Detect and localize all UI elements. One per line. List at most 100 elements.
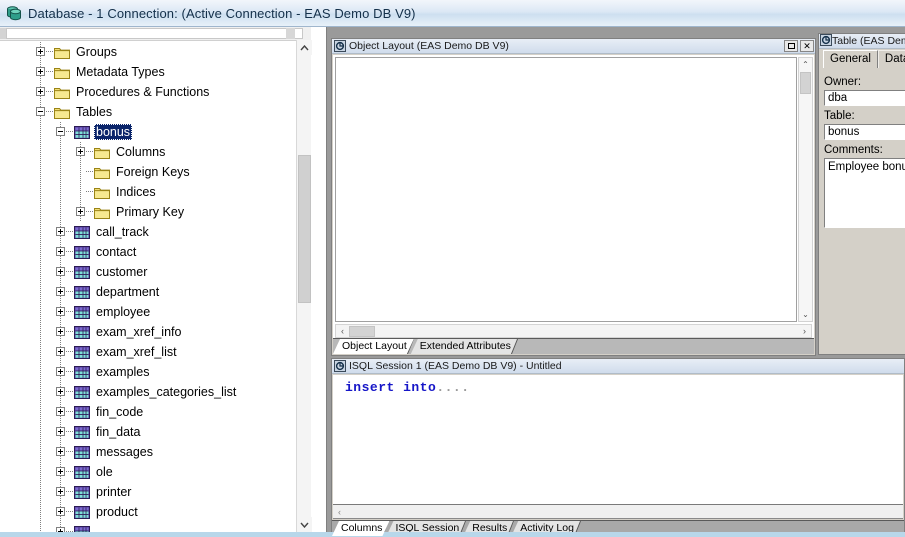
tree-node-label[interactable]: Columns: [114, 144, 167, 160]
tree-expander-plus[interactable]: [56, 407, 65, 416]
tree-node-label[interactable]: Primary Key: [114, 204, 186, 220]
tree-node-label[interactable]: Metadata Types: [74, 64, 167, 80]
tree-node-label[interactable]: Procedures & Functions: [74, 84, 211, 100]
tree-node-primary-key[interactable]: Primary Key: [0, 202, 311, 222]
tree-node-label[interactable]: Groups: [74, 44, 119, 60]
tree-expander-plus[interactable]: [56, 327, 65, 336]
tab-columns[interactable]: Columns: [332, 521, 389, 536]
object-layout-scroll-left-arrow[interactable]: ‹: [336, 325, 349, 337]
tree-node-label[interactable]: Indices: [114, 184, 158, 200]
properties-field-comments[interactable]: Employee bonus: [824, 158, 905, 228]
tree-scroll-up-arrow[interactable]: [297, 40, 312, 55]
isql-titlebar[interactable]: ISQL Session 1 (EAS Demo DB V9) - Untitl…: [332, 359, 904, 374]
tree-hscroll-thumb[interactable]: [6, 28, 303, 39]
properties-tabstrip[interactable]: GeneralData P: [819, 49, 905, 68]
tree-node-bonus[interactable]: bonus: [0, 122, 311, 142]
tree-node-label[interactable]: department: [94, 284, 161, 300]
tree-expander-minus[interactable]: [36, 107, 45, 116]
properties-titlebar[interactable]: Table (EAS Dem: [819, 34, 905, 49]
properties-field-table[interactable]: bonus: [824, 124, 905, 140]
tree-expander-plus[interactable]: [36, 67, 45, 76]
tree-node-ole[interactable]: ole: [0, 462, 311, 482]
tab-extended-attributes[interactable]: Extended Attributes: [411, 339, 518, 354]
tree-node-department[interactable]: department: [0, 282, 311, 302]
tree-node-foreign-keys[interactable]: Foreign Keys: [0, 162, 311, 182]
tree-node-label[interactable]: exam_xref_list: [94, 344, 179, 360]
tree-node-indices[interactable]: Indices: [0, 182, 311, 202]
tree-node-printer[interactable]: printer: [0, 482, 311, 502]
tree-scroll-thumb[interactable]: [298, 155, 311, 303]
tree-node-exam-xref-list[interactable]: exam_xref_list: [0, 342, 311, 362]
isql-scroll-left-arrow[interactable]: ‹: [333, 505, 346, 518]
tree-node-customer[interactable]: customer: [0, 262, 311, 282]
tree-node-exam-xref-info[interactable]: exam_xref_info: [0, 322, 311, 342]
tree-expander-plus[interactable]: [56, 267, 65, 276]
tree-node-contact[interactable]: contact: [0, 242, 311, 262]
tree-node-label[interactable]: exam_xref_info: [94, 324, 183, 340]
properties-tab-data-p[interactable]: Data P: [877, 50, 905, 68]
tree-expander-plus[interactable]: [76, 147, 85, 156]
tree-node-label[interactable]: ole: [94, 464, 115, 480]
tree-expander-minus[interactable]: [56, 127, 65, 136]
tree-node-procedures-functions[interactable]: Procedures & Functions: [0, 82, 311, 102]
tree-expander-plus[interactable]: [56, 347, 65, 356]
tree-expander-plus[interactable]: [76, 207, 85, 216]
object-layout-titlebar[interactable]: Object Layout (EAS Demo DB V9) ✕: [332, 39, 815, 54]
tree-node-label[interactable]: Tables: [74, 104, 114, 120]
tree-expander-plus[interactable]: [56, 487, 65, 496]
object-layout-close-button[interactable]: ✕: [800, 40, 814, 52]
tree-expander-plus[interactable]: [56, 247, 65, 256]
tree-expander-plus[interactable]: [56, 447, 65, 456]
tree-expander-plus[interactable]: [36, 47, 45, 56]
tree-node-partial[interactable]: [0, 522, 311, 532]
tree-expander-plus[interactable]: [56, 287, 65, 296]
object-layout-tabstrip[interactable]: Object Layout Extended Attributes: [333, 338, 814, 354]
tree-node-metadata-types[interactable]: Metadata Types: [0, 62, 311, 82]
tree-node-label[interactable]: examples: [94, 364, 152, 380]
tree-node-fin-code[interactable]: fin_code: [0, 402, 311, 422]
tree-vertical-scrollbar[interactable]: [296, 40, 312, 532]
tree-expander-plus[interactable]: [56, 387, 65, 396]
properties-field-owner[interactable]: dba: [824, 90, 905, 106]
tree-scroll-down-arrow[interactable]: [297, 517, 312, 532]
tree-horizontal-scrollbar[interactable]: [0, 27, 311, 41]
tree-node-label[interactable]: examples_categories_list: [94, 384, 238, 400]
tree-node-examples-categories-list[interactable]: examples_categories_list: [0, 382, 311, 402]
object-layout-scroll-up-arrow[interactable]: ⌃: [799, 58, 812, 71]
object-layout-scroll-right-arrow[interactable]: ›: [798, 325, 811, 337]
tree-node-label[interactable]: fin_code: [94, 404, 145, 420]
tree-node-tables[interactable]: Tables: [0, 102, 311, 122]
tree-node-fin-data[interactable]: fin_data: [0, 422, 311, 442]
tab-object-layout[interactable]: Object Layout: [333, 339, 414, 354]
object-layout-vertical-scrollbar[interactable]: ⌃ ⌄: [798, 57, 813, 322]
tree-expander-plus[interactable]: [56, 507, 65, 516]
isql-sql-editor[interactable]: insert into....: [333, 375, 903, 497]
object-layout-scroll-down-arrow[interactable]: ⌄: [799, 308, 812, 321]
object-layout-hscroll-thumb[interactable]: [349, 325, 375, 337]
tree-node-label[interactable]: printer: [94, 484, 133, 500]
tree-node-label[interactable]: contact: [94, 244, 138, 260]
object-layout-scroll-thumb[interactable]: [800, 72, 811, 94]
tree-node-employee[interactable]: employee: [0, 302, 311, 322]
tree-expander-plus[interactable]: [56, 467, 65, 476]
tree-node-label[interactable]: Foreign Keys: [114, 164, 192, 180]
tree-node-label[interactable]: bonus: [94, 124, 133, 140]
tree-node-call-track[interactable]: call_track: [0, 222, 311, 242]
tree-node-label[interactable]: customer: [94, 264, 149, 280]
object-layout-canvas[interactable]: [335, 57, 797, 322]
tree-node-label[interactable]: employee: [94, 304, 152, 320]
tree-node-list[interactable]: Groups Metadata Types Procedures & Functio…: [0, 42, 311, 532]
tree-node-groups[interactable]: Groups: [0, 42, 311, 62]
tree-node-label[interactable]: product: [94, 504, 140, 520]
tree-node-label[interactable]: messages: [94, 444, 155, 460]
tree-node-examples[interactable]: examples: [0, 362, 311, 382]
tree-node-columns[interactable]: Columns: [0, 142, 311, 162]
object-layout-horizontal-scrollbar[interactable]: ‹ ›: [335, 324, 812, 338]
tree-expander-plus[interactable]: [56, 227, 65, 236]
tree-expander-plus[interactable]: [56, 367, 65, 376]
tree-node-messages[interactable]: messages: [0, 442, 311, 462]
tree-node-label[interactable]: fin_data: [94, 424, 142, 440]
properties-tab-general[interactable]: General: [823, 50, 878, 68]
object-layout-maximize-button[interactable]: [784, 40, 798, 52]
isql-horizontal-scrollbar[interactable]: ‹: [333, 504, 903, 519]
